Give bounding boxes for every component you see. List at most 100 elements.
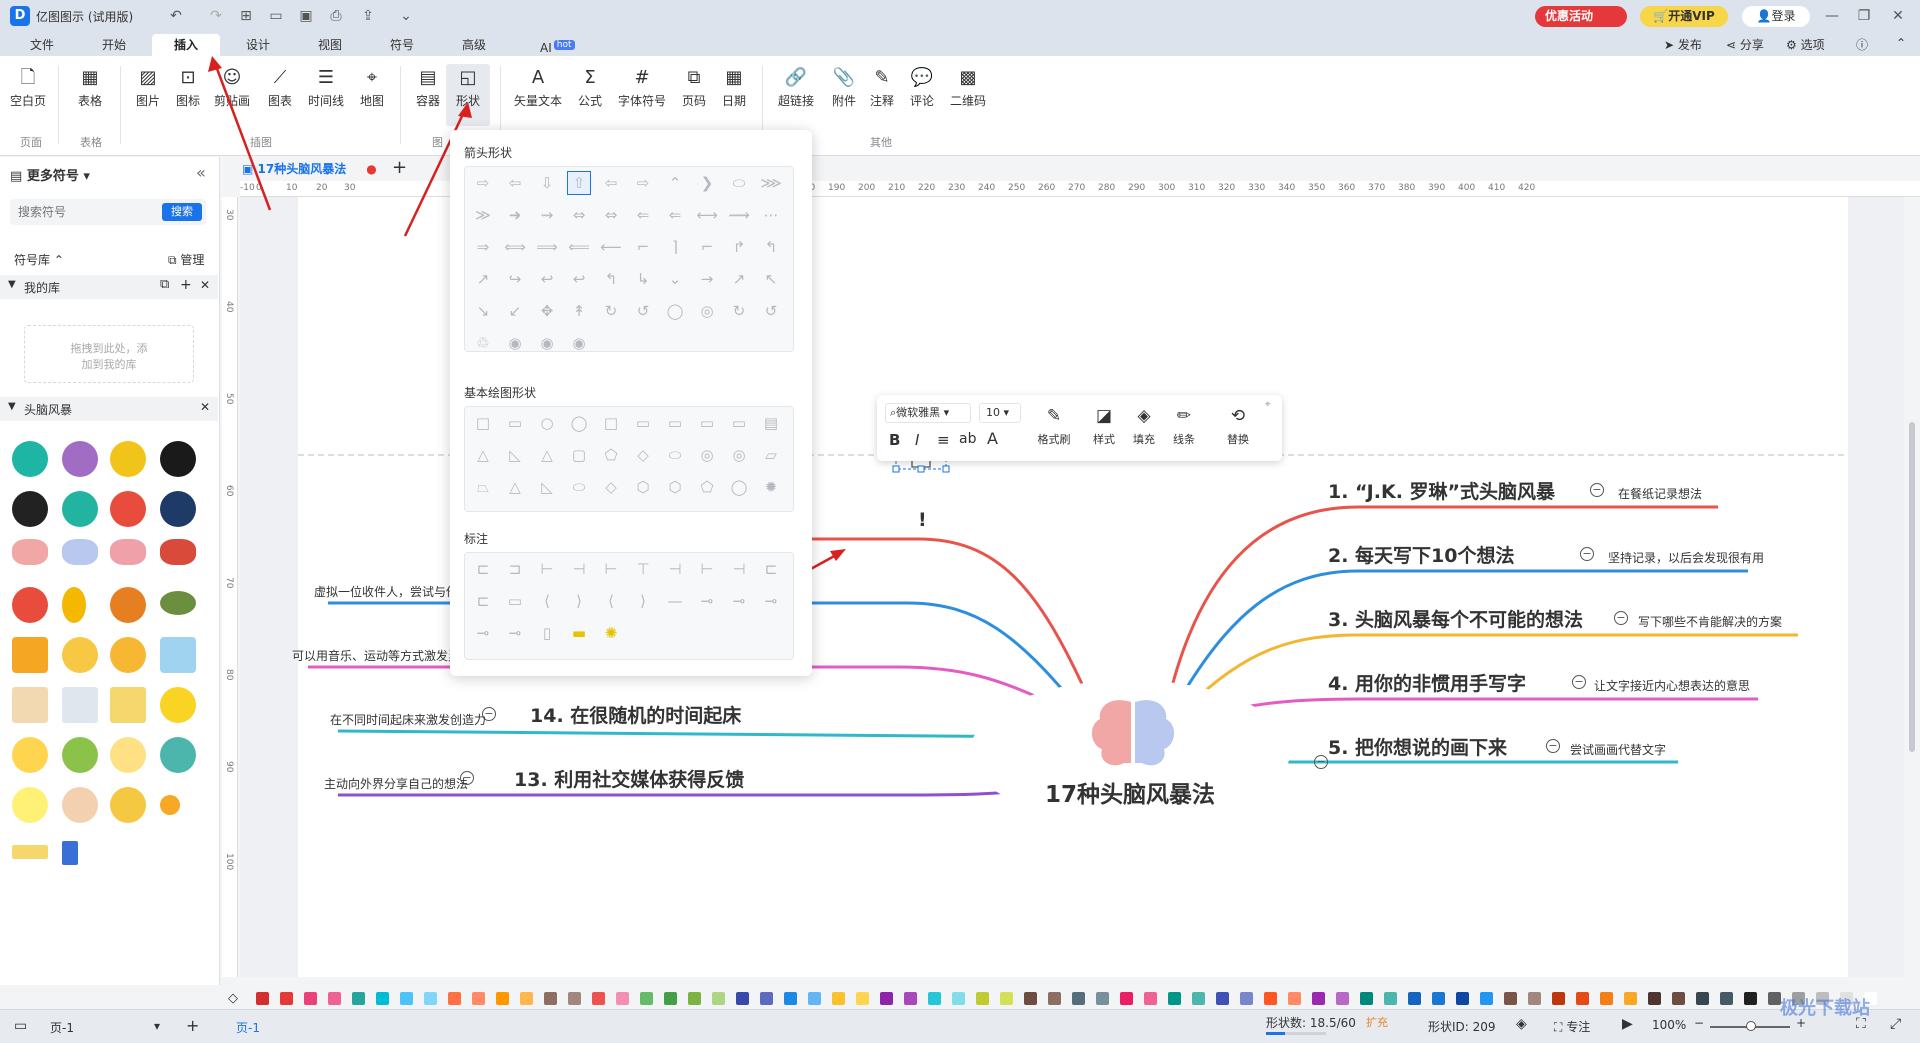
document-tab[interactable]: ▣ 17种头脑风暴法 ● — [234, 157, 385, 181]
arrow-shape[interactable]: ⇔ — [567, 203, 591, 227]
collapse-sidebar-icon[interactable]: « — [196, 163, 206, 182]
color-swatch[interactable] — [304, 992, 317, 1005]
layers-icon[interactable]: ◈ — [1516, 1016, 1527, 1032]
color-swatch[interactable] — [904, 992, 917, 1005]
arrow-shape[interactable]: ⇐ — [631, 203, 655, 227]
page-tab[interactable]: 页-1 — [236, 1019, 260, 1036]
tab-insert[interactable]: 插入 — [152, 34, 220, 56]
arrow-shape[interactable]: ↪ — [503, 267, 527, 291]
basic-shape[interactable]: ▭ — [695, 411, 719, 435]
eye-symbol[interactable] — [160, 591, 196, 615]
branch-note-left-4[interactable]: 在不同时间起床来激发创造力 — [330, 711, 486, 728]
arrow-shape[interactable]: ⌐ — [631, 235, 655, 259]
arrow-shape[interactable]: ↙ — [503, 299, 527, 323]
arrow-shape[interactable]: ↗ — [727, 267, 751, 291]
color-swatch[interactable] — [1528, 992, 1541, 1005]
basic-shape[interactable]: △ — [471, 443, 495, 467]
blank-page-button[interactable]: 🗋 空白页 — [6, 64, 50, 126]
bulb-green-symbol[interactable] — [62, 737, 98, 773]
color-swatch[interactable] — [808, 992, 821, 1005]
timeline-button[interactable]: ☰ 时间线 — [304, 64, 348, 126]
basic-shape[interactable]: ○ — [535, 411, 559, 435]
login-button[interactable]: 👤登录 — [1742, 6, 1810, 27]
branch-note-right-4[interactable]: 让文字接近内心想表达的意思 — [1594, 677, 1750, 694]
arrow-shape[interactable]: ⇩ — [535, 171, 559, 195]
style-button[interactable]: ◪ 样式 — [1087, 401, 1121, 447]
basic-shape[interactable]: ◺ — [535, 475, 559, 499]
callout-shape[interactable]: ⊐ — [503, 557, 527, 581]
bulb-tiny-symbol[interactable] — [160, 795, 180, 815]
vip-button[interactable]: 🛒开通VIP — [1640, 6, 1728, 27]
arrow-shape[interactable]: ↻ — [599, 299, 623, 323]
arrow-shape[interactable]: ↱ — [727, 235, 751, 259]
color-swatch[interactable] — [736, 992, 749, 1005]
color-swatch[interactable] — [1600, 992, 1613, 1005]
people-symbol[interactable] — [110, 587, 146, 623]
arrow-shape[interactable]: ⬭ — [727, 171, 751, 195]
callout-shape[interactable]: ⊏ — [471, 557, 495, 581]
burst-symbol[interactable] — [62, 637, 98, 673]
promo-button[interactable]: 优惠活动 — [1535, 6, 1627, 27]
phone-symbol[interactable] — [62, 841, 78, 865]
color-swatch[interactable] — [1744, 992, 1757, 1005]
qrcode-button[interactable]: ▩ 二维码 — [946, 64, 990, 126]
arrow-shape[interactable]: ➜ — [503, 203, 527, 227]
close-icon[interactable]: ✕ — [200, 400, 210, 414]
basic-shape[interactable]: □ — [471, 411, 495, 435]
color-swatch[interactable] — [976, 992, 989, 1005]
font-family-select[interactable]: ⌕微软雅黑 ▾ — [885, 403, 971, 423]
zoom-knob[interactable] — [1746, 1021, 1756, 1031]
bulb-lit-symbol[interactable] — [12, 737, 48, 773]
callout-shape[interactable]: ⊸ — [759, 589, 783, 613]
arrow-shape[interactable]: ↗ — [471, 267, 495, 291]
arrow-shape[interactable]: ⟺ — [503, 235, 527, 259]
arrow-shape[interactable]: ⋙ — [759, 171, 783, 195]
color-swatch[interactable] — [568, 992, 581, 1005]
shape-button[interactable]: ◱ 形状 — [446, 64, 490, 126]
branch-title-right-1[interactable]: 1. “J.K. 罗琳”式头脑风暴 — [1328, 477, 1555, 504]
basic-shape[interactable]: ⬠ — [599, 443, 623, 467]
bold-icon[interactable]: B — [889, 431, 900, 449]
container-button[interactable]: ▤ 容器 — [406, 64, 450, 126]
gears-symbol[interactable] — [12, 587, 48, 623]
table-button[interactable]: ▦ 表格 — [68, 64, 112, 126]
arrow-shape[interactable]: ↻ — [727, 299, 751, 323]
search-button[interactable]: 搜索 — [162, 203, 202, 221]
arrow-shape[interactable]: ↖ — [759, 267, 783, 291]
thinker-symbol[interactable] — [12, 491, 48, 527]
brain-pink-symbol[interactable] — [12, 539, 48, 565]
basic-shape[interactable]: ◎ — [695, 443, 719, 467]
brain-blue-symbol[interactable] — [62, 539, 98, 565]
head-puzzle-symbol[interactable] — [110, 491, 146, 527]
help-icon[interactable]: ⓘ — [1856, 36, 1868, 53]
color-swatch[interactable] — [1000, 992, 1013, 1005]
pin-card-symbol[interactable] — [12, 845, 48, 859]
color-swatch[interactable] — [880, 992, 893, 1005]
basic-shape[interactable]: ▢ — [567, 443, 591, 467]
arrow-shape[interactable]: ⌐ — [695, 235, 719, 259]
image-button[interactable]: ▨ 图片 — [126, 64, 170, 126]
color-swatch[interactable] — [592, 992, 605, 1005]
collapse-ribbon-icon[interactable]: ⌃ — [1896, 36, 1906, 50]
color-swatch[interactable] — [1360, 992, 1373, 1005]
arrow-shape[interactable]: ⇦ — [599, 171, 623, 195]
arrow-shape[interactable]: ↺ — [631, 299, 655, 323]
my-library-dropzone[interactable]: 拖拽到此处，添 加到我的库 — [24, 325, 194, 383]
annotation-button[interactable]: ✎ 注释 — [860, 64, 904, 126]
arrow-shape[interactable]: ♲ — [471, 331, 495, 355]
color-swatch[interactable] — [544, 992, 557, 1005]
board-symbol[interactable] — [160, 637, 196, 673]
color-swatch[interactable] — [1480, 992, 1493, 1005]
branch-title-right-2[interactable]: 2. 每天写下10个想法 — [1328, 541, 1515, 568]
callout-shape[interactable]: ⊣ — [663, 557, 687, 581]
collapse-toggle-icon[interactable]: − — [1314, 755, 1328, 769]
add-page-button[interactable]: + — [186, 1016, 199, 1035]
arrow-shape[interactable]: ↺ — [759, 299, 783, 323]
font-symbol-button[interactable]: # 字体符号 — [612, 64, 672, 126]
arrow-shape[interactable]: ◉ — [503, 331, 527, 355]
my-library-header[interactable]: ▼ 我的库 ⧉ + ✕ — [0, 275, 218, 299]
arrow-shape[interactable]: ◎ — [695, 299, 719, 323]
color-swatch[interactable] — [520, 992, 533, 1005]
wand-symbol[interactable] — [62, 587, 86, 623]
fill-tool-icon[interactable]: ◇ — [228, 991, 238, 1006]
